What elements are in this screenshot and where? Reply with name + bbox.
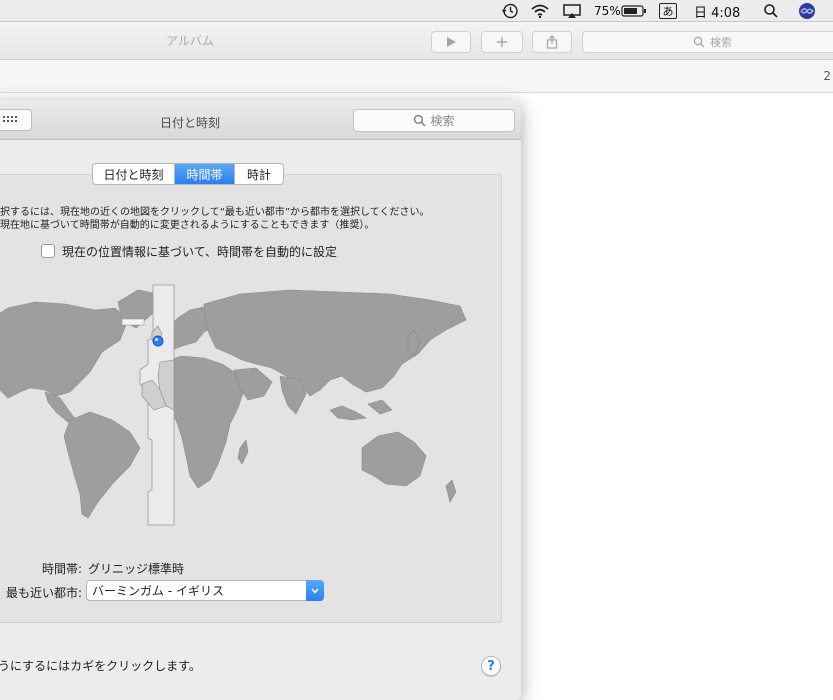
world-map[interactable] xyxy=(0,280,490,530)
play-icon xyxy=(447,37,456,47)
chevron-down-icon xyxy=(311,588,319,594)
airplay-icon[interactable] xyxy=(562,0,582,22)
plus-icon xyxy=(497,37,507,47)
photos-count: 2 xyxy=(823,69,831,83)
closest-city-label: 最も近い都市: xyxy=(5,586,82,600)
show-all-button[interactable] xyxy=(0,109,32,131)
slideshow-button[interactable] xyxy=(431,31,471,53)
prefs-titlebar: 日付と時刻 検索 xyxy=(0,100,521,140)
search-icon xyxy=(693,36,705,48)
prefs-search-placeholder: 検索 xyxy=(430,114,455,128)
time-machine-icon[interactable] xyxy=(501,0,519,22)
photos-subbar: 2 xyxy=(0,60,833,93)
closest-city-value: バーミンガム - イギリス xyxy=(92,584,224,598)
photos-toolbar: アルバム 検索 xyxy=(0,22,833,60)
grid-icon xyxy=(3,116,17,122)
lock-hint-text: うにするにはカギをクリックします。 xyxy=(0,659,201,673)
segmented-tabs: 日付と時刻 時間帯 時計 xyxy=(92,163,284,185)
input-method-indicator[interactable]: あ xyxy=(659,3,677,19)
search-icon xyxy=(414,114,426,127)
spotlight-icon[interactable] xyxy=(763,0,779,22)
auto-timezone-checkbox[interactable] xyxy=(41,244,55,258)
wifi-icon[interactable] xyxy=(530,0,550,22)
battery-percent: 75% xyxy=(594,4,621,18)
auto-timezone-label[interactable]: 現在の位置情報に基づいて、時間帯を自動的に設定 xyxy=(62,243,337,260)
menubar-clock[interactable]: 日 4:08 xyxy=(694,0,740,22)
battery-icon[interactable] xyxy=(621,0,647,22)
timezone-value: グリニッジ標準時 xyxy=(88,562,185,576)
city-dropdown-button[interactable] xyxy=(306,580,324,601)
timezone-label: 時間帯: xyxy=(41,562,82,576)
location-pin-icon[interactable] xyxy=(152,335,164,347)
siri-icon[interactable] xyxy=(798,0,816,22)
tab-clock[interactable]: 時計 xyxy=(235,164,283,184)
share-button[interactable] xyxy=(532,31,572,53)
photos-search-field[interactable]: 検索 xyxy=(582,31,833,53)
help-button[interactable]: ? xyxy=(481,656,501,676)
tab-date-time[interactable]: 日付と時刻 xyxy=(93,164,175,184)
prefs-window-title: 日付と時刻 xyxy=(159,116,220,130)
instruction-line-2: 現在地に基づいて時間帯が自動的に変更されるようにすることもできます（推奨）。 xyxy=(0,220,375,231)
tab-time-zone[interactable]: 時間帯 xyxy=(175,164,235,184)
photos-window-title: アルバム xyxy=(166,34,214,48)
share-icon xyxy=(546,35,558,49)
date-time-preferences-window: 日付と時刻 検索 日付と時刻 時間帯 時計 択するには、現在地の近くの地図をクリ… xyxy=(0,100,521,700)
add-button[interactable] xyxy=(481,31,523,53)
menu-bar: 75% あ 日 4:08 xyxy=(0,0,833,22)
closest-city-combobox[interactable]: バーミンガム - イギリス xyxy=(86,580,324,601)
photos-search-placeholder: 検索 xyxy=(710,36,732,49)
prefs-search-field[interactable]: 検索 xyxy=(353,109,515,132)
